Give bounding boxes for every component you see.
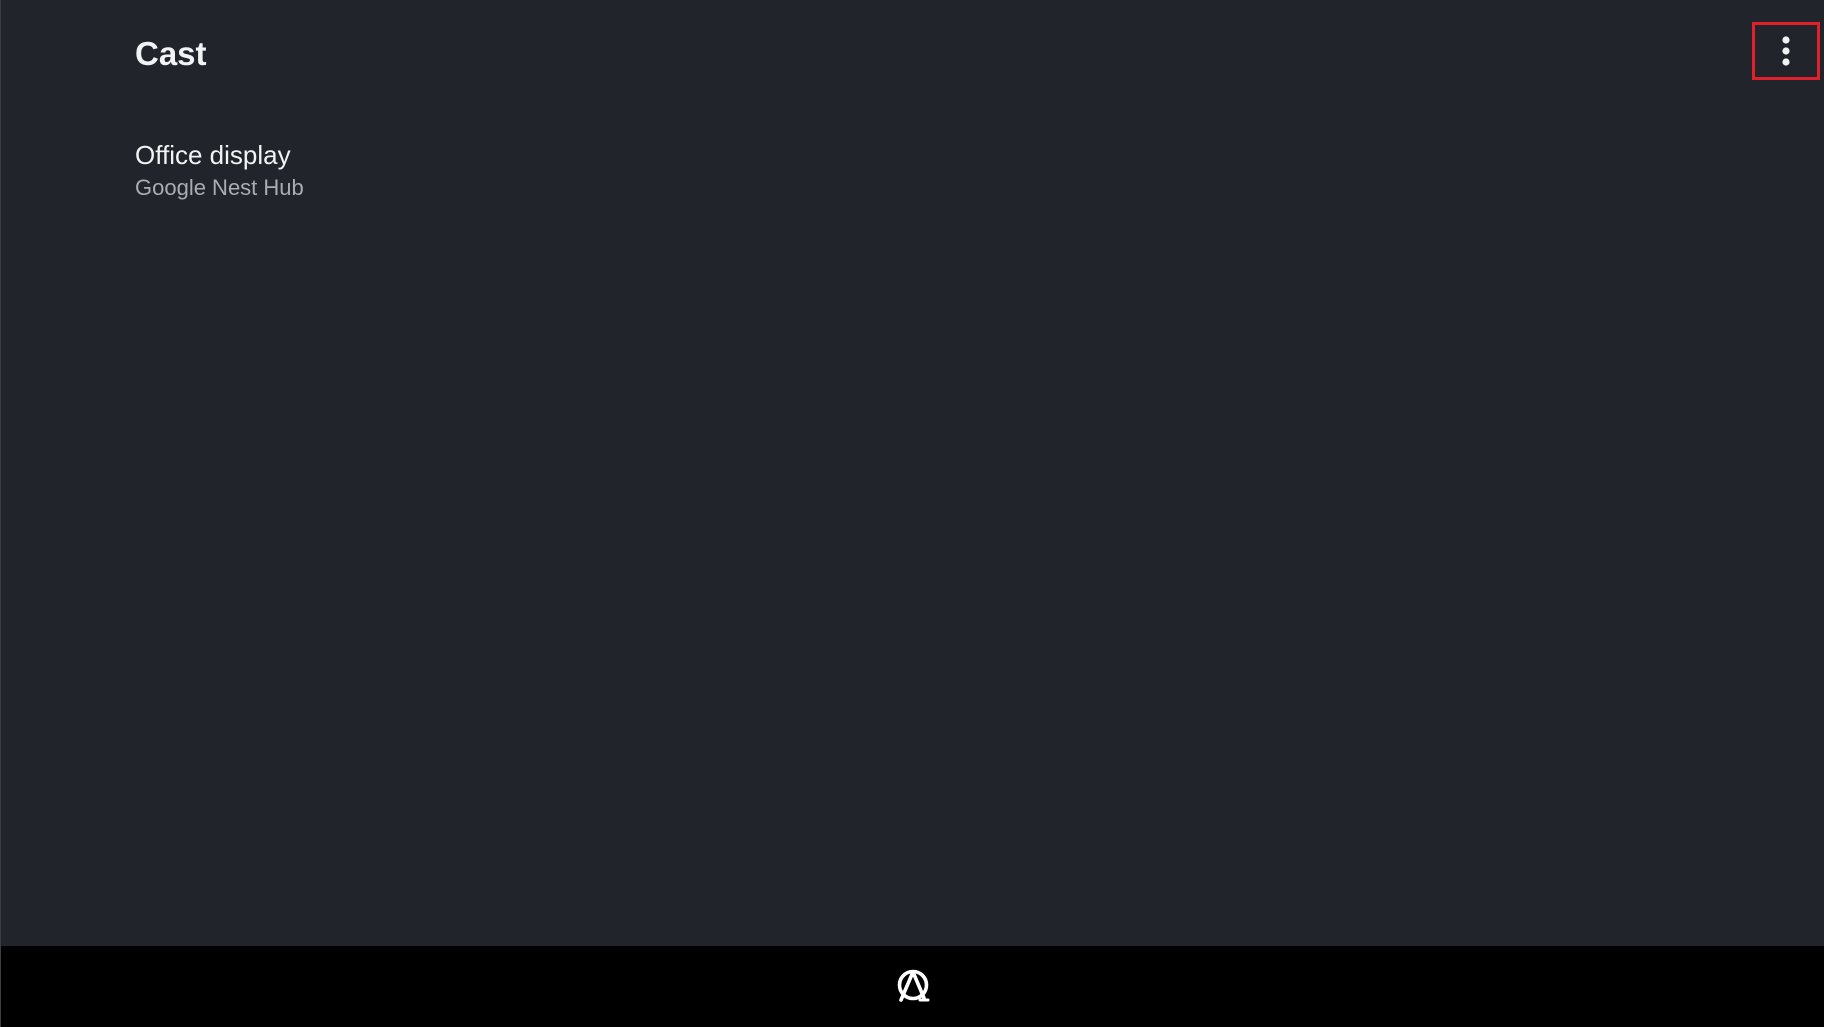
navigation-bar [1, 946, 1824, 1027]
device-name: Office display [135, 140, 291, 170]
more-vert-icon [1780, 35, 1792, 67]
app-bar: Cast [1, 0, 1824, 108]
device-list-item[interactable]: Office display Google Nest Hub [1, 128, 1824, 208]
home-button[interactable] [894, 968, 932, 1006]
launcher-logo-icon [895, 967, 931, 1008]
more-options-button[interactable] [1752, 22, 1820, 80]
device-list: Office display Google Nest Hub [1, 128, 1824, 208]
device-model: Google Nest Hub [135, 175, 304, 200]
page-title: Cast [135, 35, 207, 72]
cast-screen: Cast Office display Google Nest Hub [0, 0, 1824, 1027]
